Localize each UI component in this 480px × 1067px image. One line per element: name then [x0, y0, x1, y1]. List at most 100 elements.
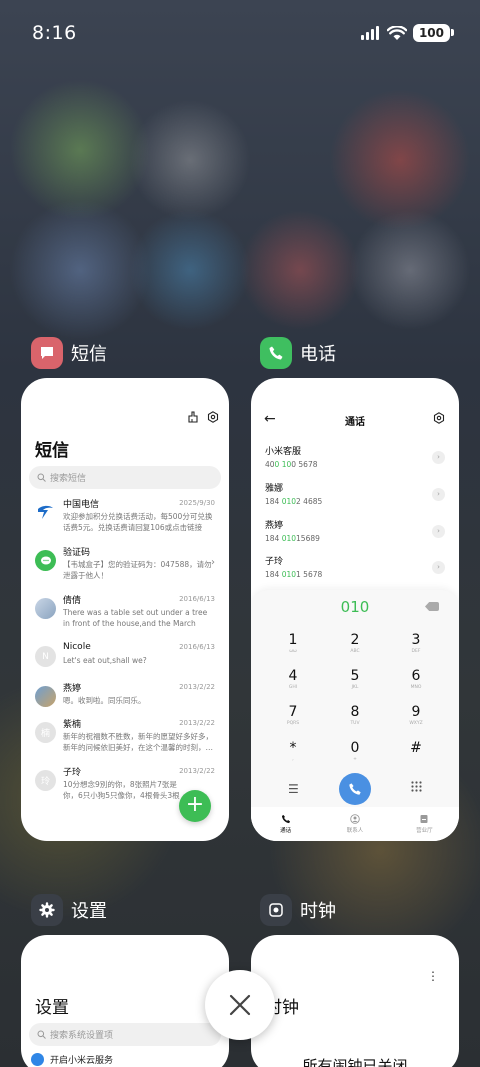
status-bar: 8:16 100: [0, 0, 480, 66]
sms-sender: 紫楠: [63, 719, 82, 730]
settings-search-input[interactable]: 搜索系统设置项: [29, 1023, 221, 1046]
contact-name: 燕婷: [265, 521, 284, 531]
sms-thread-item[interactable]: 倩倩 2016/6/13 There was a table set out un…: [21, 592, 229, 640]
sms-preview: 欢迎参加积分兑换话费活动，每500分可兑换话费5元。兑换话费请回复106或点击链…: [63, 512, 213, 532]
dialpad-grid-icon[interactable]: [411, 781, 422, 792]
sms-date: 2016/6/13: [179, 595, 215, 603]
dial-key-2[interactable]: 2 ABC: [330, 632, 380, 655]
contact-number: 184 01015689: [265, 534, 320, 543]
sms-app-icon: [31, 337, 63, 369]
avatar: 玲: [35, 770, 56, 791]
compose-button[interactable]: +: [179, 790, 211, 822]
tab-label: 通话: [280, 828, 292, 834]
close-icon: [229, 994, 251, 1016]
contact-row[interactable]: 燕婷 184 01015689 ›: [265, 518, 445, 548]
contact-name: 小米客服: [265, 447, 302, 457]
chevron-right-icon[interactable]: ›: [432, 561, 445, 574]
dial-key-7[interactable]: 7 PQRS: [268, 704, 318, 727]
dial-key-hash[interactable]: #: [391, 740, 441, 763]
sms-thread-item[interactable]: 燕婷 2013/2/22 嗯。收到啦。同乐同乐。: [21, 680, 229, 716]
clock-app-card[interactable]: ⋮ 时钟 所有闹钟已关闭: [251, 935, 459, 1067]
telecom-logo-icon: [35, 502, 56, 523]
phone-app-name: 电话: [300, 344, 336, 365]
dial-key-0[interactable]: 0 +: [330, 740, 380, 763]
contact-row[interactable]: 小米客服 400 100 5678 ›: [265, 444, 445, 474]
avatar: 楠: [35, 722, 56, 743]
sms-thread-item[interactable]: 中国电信 2025/9/30 欢迎参加积分兑换话费活动，每500分可兑换话费5元。…: [21, 496, 229, 544]
signal-icon: [360, 26, 379, 40]
sms-sender: 燕婷: [63, 683, 82, 694]
clock-app-icon: [260, 894, 292, 926]
phone-title: 通话: [345, 417, 365, 428]
sms-app-header[interactable]: 短信: [31, 337, 107, 369]
chevron-right-icon: ›: [211, 557, 215, 568]
sms-app-name: 短信: [71, 344, 107, 365]
menu-icon[interactable]: ☰: [288, 782, 299, 796]
settings-icon[interactable]: [433, 412, 445, 424]
sms-sender: 验证码: [63, 547, 91, 558]
wifi-icon: [386, 25, 407, 40]
clock-app-header[interactable]: 时钟: [260, 894, 336, 926]
contact-row[interactable]: 子玲 184 0101 5678 ›: [265, 554, 445, 584]
dial-key-1[interactable]: 1 ωω: [268, 632, 318, 655]
sms-date: 2013/2/22: [179, 683, 215, 691]
contact-row[interactable]: 雅娜 184 0102 4685 ›: [265, 481, 445, 511]
dial-key-5[interactable]: 5 JKL: [330, 668, 380, 691]
sms-date: 2013/2/22: [179, 767, 215, 775]
dial-key-6[interactable]: 6 MNO: [391, 668, 441, 691]
call-button[interactable]: [339, 773, 371, 805]
dial-key-9[interactable]: 9 WXYZ: [391, 704, 441, 727]
sms-sender: 中国电信: [63, 499, 100, 510]
dial-key-star[interactable]: *,: [268, 740, 318, 763]
dial-key-3[interactable]: 3 DEF: [391, 632, 441, 655]
sms-toolbar: [187, 411, 219, 423]
sms-thread-item[interactable]: N Nicole 2016/6/13 Let's eat out,shall we…: [21, 640, 229, 680]
settings-app-icon: [31, 894, 63, 926]
tab-calls[interactable]: 通话: [251, 807, 320, 841]
battery-indicator: 100: [412, 24, 455, 42]
phone-app-card[interactable]: ← 通话 小米客服 400 100 5678 › 雅娜 184 0102 468…: [251, 378, 459, 841]
phone-tabbar: 通话 联系人 营业厅: [251, 807, 459, 841]
sms-thread-item[interactable]: 楠 紫楠 2013/2/22 新年的祝福数不胜数，新年的愿望好多好多，新年的问候依…: [21, 716, 229, 764]
chevron-right-icon[interactable]: ›: [432, 451, 445, 464]
settings-item-label: 开启小米云服务: [50, 1056, 114, 1066]
settings-search-placeholder: 搜索系统设置项: [50, 1031, 114, 1041]
contact-name: 子玲: [265, 557, 284, 567]
phone-icon: [349, 783, 361, 795]
contact-number: 400 100 5678: [265, 460, 318, 469]
chevron-right-icon[interactable]: ›: [432, 525, 445, 538]
settings-item-cloud[interactable]: 开启小米云服务: [31, 1053, 113, 1066]
dial-key-4[interactable]: 4 GHI: [268, 668, 318, 691]
sms-preview: 【韦城盒子】您的验证码为：047588，请勿泄露于他人！: [63, 560, 212, 580]
settings-title: 设置: [35, 998, 69, 1018]
contact-number: 184 0101 5678: [265, 570, 323, 579]
tab-label: 联系人: [346, 828, 364, 834]
status-time: 8:16: [32, 22, 77, 44]
clear-all-button[interactable]: [205, 970, 275, 1040]
contact-number: 184 0102 4685: [265, 497, 323, 506]
sms-date: 2016/6/13: [179, 643, 215, 651]
status-icons: 100: [360, 24, 455, 42]
sms-app-card[interactable]: 短信 搜索短信 中国电信 2025/9/30 欢迎参加积分兑换话费活动，每500分…: [21, 378, 229, 841]
sms-thread-item[interactable]: 验证码 【韦城盒子】您的验证码为：047588，请勿泄露于他人！ ›: [21, 544, 229, 592]
search-icon: [37, 1030, 46, 1039]
tab-store[interactable]: 营业厅: [390, 807, 459, 841]
more-options-icon[interactable]: ⋮: [427, 969, 439, 983]
avatar: [35, 686, 56, 707]
settings-icon[interactable]: [207, 411, 219, 423]
avatar: N: [35, 646, 56, 667]
sms-preview: Let's eat out,shall we?: [63, 656, 147, 665]
contact-name: 雅娜: [265, 484, 284, 494]
tab-contacts[interactable]: 联系人: [320, 807, 389, 841]
clean-brush-icon[interactable]: [187, 411, 199, 423]
settings-app-name: 设置: [71, 901, 107, 922]
sms-sender: 子玲: [63, 767, 82, 778]
chevron-right-icon[interactable]: ›: [432, 488, 445, 501]
settings-app-header[interactable]: 设置: [31, 894, 107, 926]
phone-app-header[interactable]: 电话: [260, 337, 336, 369]
sms-date: 2013/2/22: [179, 719, 215, 727]
dialpad: 010 1 ωω 2 ABC 3 DEF 4 GHI 5 JKL 6 MNO 7 PQRS 8…: [251, 590, 459, 841]
sms-search-input[interactable]: 搜索短信: [29, 466, 221, 489]
settings-app-card[interactable]: 设置 搜索系统设置项 开启小米云服务: [21, 935, 229, 1067]
dial-key-8[interactable]: 8 TUV: [330, 704, 380, 727]
